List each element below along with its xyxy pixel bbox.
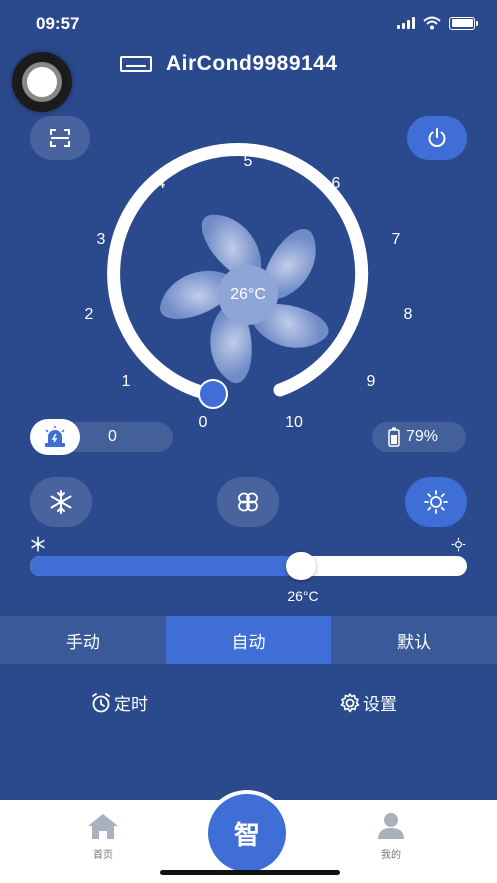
smart-button[interactable]: 智 <box>204 790 290 876</box>
dial-label-9: 9 <box>366 373 376 390</box>
battery-indicator: 79% <box>372 422 466 452</box>
alarm-clock-icon <box>92 692 110 712</box>
tab-manual[interactable]: 手动 <box>0 616 166 664</box>
battery-status-icon <box>449 16 478 30</box>
slider-value: 26°C <box>287 588 319 604</box>
alarm-button[interactable] <box>30 419 80 455</box>
dial-label-7: 7 <box>391 231 401 248</box>
user-icon <box>378 813 404 839</box>
cool-mode-button[interactable] <box>30 477 92 527</box>
settings-button[interactable]: 设置 <box>339 690 397 715</box>
sun-icon <box>424 490 448 514</box>
device-header: AirCond9989144 <box>120 52 338 76</box>
snowflake-icon <box>50 490 72 514</box>
home-indicator <box>160 870 340 875</box>
gear-icon <box>340 692 360 712</box>
nav-mine-label: 我的 <box>381 850 401 861</box>
dial-label-10: 10 <box>285 414 303 431</box>
dial-label-8: 8 <box>403 306 413 323</box>
fan-speed-dial[interactable]: 26°C 0 1 2 3 4 5 6 7 8 9 10 <box>0 140 497 440</box>
device-name: AirCond9989144 <box>166 52 338 75</box>
slider-thumb[interactable] <box>285 552 316 580</box>
dial-label-0: 0 <box>198 414 208 431</box>
air-conditioner-icon <box>120 56 152 72</box>
dial-label-1: 1 <box>121 373 131 390</box>
heat-mode-button[interactable] <box>405 477 467 527</box>
alarm-count: 0 <box>108 428 117 445</box>
assist-icon <box>22 62 62 102</box>
fan-mode-button[interactable] <box>217 477 279 527</box>
dial-label-3: 3 <box>96 231 106 248</box>
center-temperature: 26°C <box>230 286 266 303</box>
mode-tabs: 手动 自动 默认 <box>0 616 497 664</box>
signal-icon <box>397 17 415 29</box>
floating-assist-button[interactable] <box>12 52 72 112</box>
slider-fill <box>30 556 301 576</box>
fan-mode-icon <box>238 492 258 512</box>
slider-warm-icon <box>451 537 466 552</box>
status-time: 09:57 <box>36 14 80 33</box>
timer-button[interactable]: 定时 <box>90 690 148 715</box>
smart-button-label: 智 <box>208 794 286 872</box>
dial-label-5: 5 <box>243 153 253 170</box>
temperature-slider[interactable] <box>30 556 467 576</box>
settings-label: 设置 <box>363 695 397 714</box>
status-bar: 09:57 <box>0 0 497 46</box>
nav-home[interactable]: 首页 <box>86 812 120 861</box>
dial-label-4: 4 <box>156 175 166 192</box>
wifi-icon <box>423 16 441 30</box>
home-icon <box>88 814 118 839</box>
dial-label-2: 2 <box>84 306 94 323</box>
battery-icon <box>388 427 400 447</box>
alarm-siren-icon <box>45 426 65 447</box>
dial-knob <box>198 379 228 409</box>
status-icons <box>397 16 478 30</box>
battery-percent: 79% <box>406 428 439 445</box>
tab-default[interactable]: 默认 <box>331 616 497 664</box>
nav-mine[interactable]: 我的 <box>376 812 406 861</box>
nav-home-label: 首页 <box>93 850 113 861</box>
tab-auto[interactable]: 自动 <box>165 616 332 664</box>
dial-label-6: 6 <box>331 175 341 192</box>
timer-label: 定时 <box>114 695 148 714</box>
slider-cold-icon <box>31 536 45 552</box>
action-row: 定时 设置 <box>0 690 497 720</box>
